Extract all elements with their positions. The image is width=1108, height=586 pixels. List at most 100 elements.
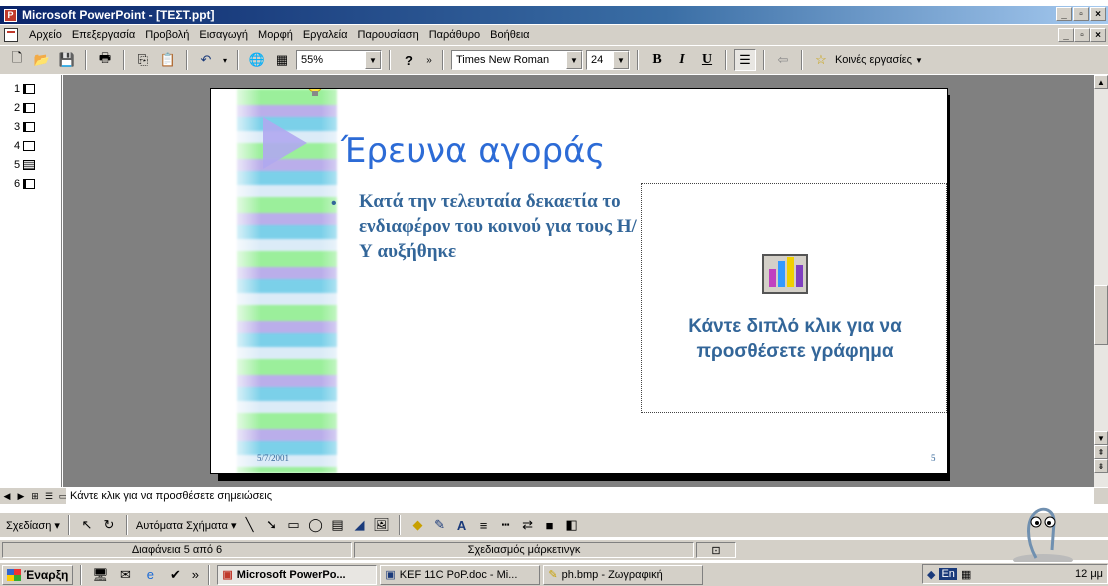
office-assistant-clippy[interactable] — [1008, 500, 1078, 566]
menu-slideshow[interactable]: Παρουσίαση — [353, 29, 424, 41]
draw-menu-button[interactable]: Σχεδίαση ▾ — [6, 519, 60, 532]
bold-button[interactable]: B — [646, 49, 668, 71]
task-word[interactable]: ▣ KEF 11C PoP.doc - Mi... — [380, 564, 541, 585]
document-icon[interactable] — [4, 28, 18, 42]
lightbulb-icon[interactable] — [307, 88, 323, 97]
task-paint[interactable]: ✎ ph.bmp - Ζωγραφική — [543, 564, 704, 585]
undo-dropdown-icon[interactable]: ▾ — [220, 49, 230, 71]
outlook-express-icon[interactable]: ✉ — [114, 564, 136, 586]
clock[interactable]: 12 μμ — [1075, 568, 1107, 580]
quicklaunch-icon[interactable]: ✔ — [164, 564, 186, 586]
previous-slide-icon[interactable]: ⇞ — [1094, 445, 1108, 459]
scroll-right-icon[interactable]: ▶ — [14, 490, 28, 503]
menu-view[interactable]: Προβολή — [140, 29, 194, 41]
outline-slide-6[interactable]: 6 — [0, 174, 61, 193]
select-pointer-icon[interactable]: ↖ — [78, 517, 96, 533]
slide-canvas[interactable]: Έρευνα αγοράς • Κατά την τελευταία δεκαε… — [210, 88, 948, 474]
new-document-icon[interactable]: 🗋 — [6, 49, 28, 71]
outline-slide-3[interactable]: 3 — [0, 117, 61, 136]
start-button[interactable]: Έναρξη — [2, 564, 74, 585]
open-folder-icon[interactable]: 📂 — [31, 49, 53, 71]
underline-button[interactable]: U — [696, 49, 718, 71]
menu-edit[interactable]: Επεξεργασία — [67, 29, 140, 41]
arrow-style-icon[interactable]: ⇄ — [519, 517, 537, 533]
line-icon[interactable]: ╲ — [241, 517, 259, 533]
font-color-icon[interactable]: A — [453, 517, 471, 533]
text-box-icon[interactable]: ▤ — [329, 517, 347, 533]
insert-table-icon[interactable]: ▦ — [271, 49, 293, 71]
next-slide-icon[interactable]: ⇟ — [1094, 459, 1108, 473]
quicklaunch-more-icon[interactable]: » — [189, 564, 201, 586]
arrow-icon[interactable]: ➘ — [263, 517, 281, 533]
insert-clipart-icon[interactable]: 🖼 — [373, 517, 391, 533]
wordart-icon[interactable]: ◢ — [351, 517, 369, 533]
scroll-down-icon[interactable]: ▼ — [1094, 431, 1108, 445]
more-buttons-icon[interactable]: » — [423, 49, 435, 71]
paste-icon[interactable]: 📋 — [157, 49, 179, 71]
menu-insert[interactable]: Εισαγωγή — [194, 29, 253, 41]
slide-bullet-text[interactable]: Κατά την τελευταία δεκαετία το ενδιαφέρο… — [359, 189, 649, 264]
menu-window[interactable]: Παράθυρο — [424, 29, 485, 41]
print-icon[interactable]: 🖶 — [94, 49, 116, 71]
vertical-scrollbar[interactable]: ▲ ▼ ⇞ ⇟ — [1094, 75, 1108, 487]
internet-explorer-icon[interactable]: e — [139, 564, 161, 586]
line-color-icon[interactable]: ✎ — [431, 517, 449, 533]
font-size-dropdown-icon[interactable]: ▼ — [613, 51, 629, 69]
scroll-thumb[interactable] — [1094, 285, 1108, 345]
scroll-up-icon[interactable]: ▲ — [1094, 75, 1108, 89]
close-button[interactable]: × — [1090, 7, 1106, 21]
doc-minimize-button[interactable]: _ — [1058, 28, 1074, 42]
chart-placeholder[interactable]: Κάντε διπλό κλικ για να προσθέσετε γράφη… — [641, 183, 947, 413]
italic-button[interactable]: I — [671, 49, 693, 71]
hyperlink-icon[interactable]: 🌐 — [246, 49, 268, 71]
slide-title[interactable]: Έρευνα αγοράς — [341, 131, 606, 171]
common-tasks-button[interactable]: Κοινές εργασίες — [835, 54, 912, 66]
copy-icon[interactable]: ⎘ — [132, 49, 154, 71]
help-icon[interactable]: ? — [398, 49, 420, 71]
menu-format[interactable]: Μορφή — [253, 29, 298, 41]
outline-slide-2[interactable]: 2 — [0, 98, 61, 117]
menu-help[interactable]: Βοήθεια — [485, 29, 534, 41]
powerpoint-app-icon[interactable]: P — [4, 8, 17, 22]
font-name-select[interactable]: Times New Roman ▼ — [451, 50, 583, 70]
antivirus-icon[interactable]: ◆ — [927, 568, 935, 581]
doc-restore-button[interactable]: ▫ — [1074, 28, 1090, 42]
task-powerpoint[interactable]: ▣ Microsoft PowerPo... — [217, 564, 378, 585]
outline-view-icon[interactable]: ☰ — [42, 490, 56, 503]
promote-icon[interactable]: ⇦ — [772, 49, 794, 71]
chart-icon[interactable] — [762, 254, 808, 294]
outline-slide-5[interactable]: 5 — [0, 155, 61, 174]
minimize-button[interactable]: _ — [1056, 7, 1072, 21]
doc-close-button[interactable]: × — [1090, 28, 1106, 42]
zoom-select[interactable]: 55% ▼ — [296, 50, 382, 70]
line-style-icon[interactable]: ≡ — [475, 517, 493, 533]
language-indicator[interactable]: En — [939, 568, 957, 580]
free-rotate-icon[interactable]: ↻ — [100, 517, 118, 533]
show-desktop-icon[interactable]: 🖥 — [89, 564, 111, 586]
font-size-select[interactable]: 24 ▼ — [586, 50, 630, 70]
outline-slide-1[interactable]: 1 — [0, 79, 61, 98]
zoom-dropdown-icon[interactable]: ▼ — [365, 51, 381, 69]
undo-icon[interactable]: ↶ — [195, 49, 217, 71]
scroll-left-icon[interactable]: ◀ — [0, 490, 14, 503]
rectangle-icon[interactable]: ▭ — [285, 517, 303, 533]
oval-icon[interactable]: ◯ — [307, 517, 325, 533]
dash-style-icon[interactable]: ┅ — [497, 517, 515, 533]
maximize-button[interactable]: ▫ — [1073, 7, 1089, 21]
notes-pane[interactable]: Κάντε κλικ για να προσθέσετε σημειώσεις — [66, 488, 1094, 504]
3d-icon[interactable]: ◧ — [563, 517, 581, 533]
font-dropdown-icon[interactable]: ▼ — [566, 51, 582, 69]
shadow-icon[interactable]: ■ — [541, 517, 559, 533]
common-tasks-dropdown-icon[interactable]: ▼ — [915, 56, 923, 65]
menu-file[interactable]: Αρχείο — [24, 29, 67, 41]
menu-tools[interactable]: Εργαλεία — [298, 29, 353, 41]
normal-view-icon[interactable]: ⊞ — [28, 490, 42, 503]
bullets-icon[interactable]: ☰ — [734, 49, 756, 71]
autoshapes-menu-button[interactable]: Αυτόματα Σχήματα ▾ — [136, 519, 237, 532]
tray-app-icon[interactable]: ▦ — [961, 568, 971, 581]
fill-color-icon[interactable]: ◆ — [409, 517, 427, 533]
save-icon[interactable]: 💾 — [56, 49, 78, 71]
common-tasks-icon[interactable]: ☆ — [810, 49, 832, 71]
outline-slide-4[interactable]: 4 — [0, 136, 61, 155]
window-title-bar[interactable]: P Microsoft PowerPoint - [ΤΕΣΤ.ppt] _ ▫ … — [0, 6, 1108, 24]
